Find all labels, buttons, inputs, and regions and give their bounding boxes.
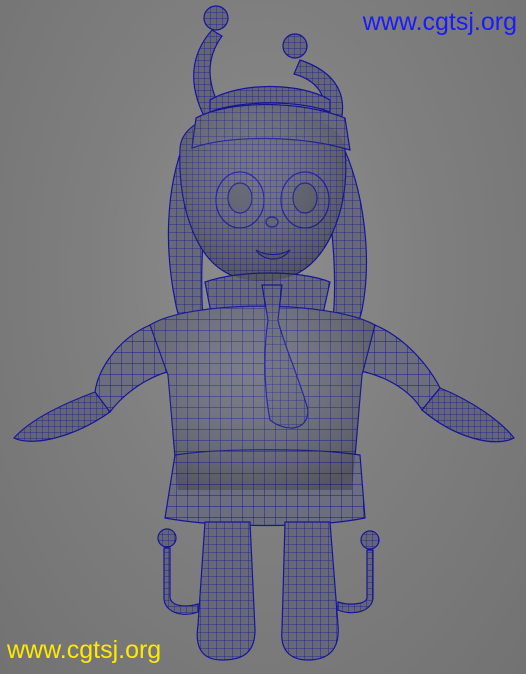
- watermark-top-right: www.cgtsj.org: [362, 8, 517, 36]
- watermark-bottom-left: www.cgtsj.org: [7, 636, 162, 664]
- nose: [265, 216, 279, 228]
- boot-left: [196, 521, 256, 661]
- skirt: [164, 449, 366, 527]
- modeling-viewport[interactable]: www.cgtsj.org www.cgtsj.org: [0, 0, 526, 674]
- boot-right: [281, 521, 339, 661]
- boot-antenna-right: [337, 530, 380, 614]
- hand-left: [13, 391, 111, 442]
- character-wireframe-model: [13, 5, 515, 661]
- hand-right: [421, 387, 515, 443]
- boot-antenna-left: [157, 528, 199, 615]
